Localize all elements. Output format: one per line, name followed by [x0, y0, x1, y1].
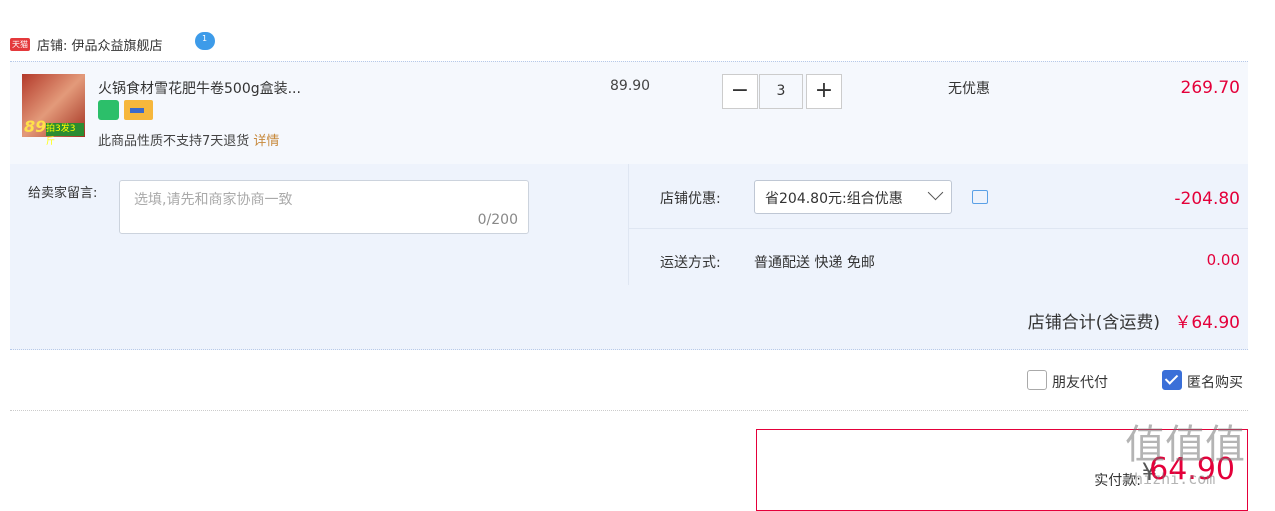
- friend-pay-checkbox[interactable]: [1027, 370, 1047, 390]
- shipping-method: 普通配送 快递 免邮: [754, 255, 875, 271]
- order-options-panel: 给卖家留言: 选填,请先和商家协商一致 0/200 店铺优惠: 省204.80元…: [10, 164, 1248, 285]
- message-icon[interactable]: [972, 190, 988, 204]
- item-discount: 无优惠: [948, 81, 990, 97]
- card-payment-icon[interactable]: [124, 100, 153, 120]
- cart-item-row: 89 拍3发3斤 火锅食材雪花肥牛卷500g盒装... 此商品性质不支持7天退货…: [10, 61, 1248, 164]
- friend-pay-label: 朋友代付: [1052, 375, 1108, 391]
- promo-label: 店铺优惠:: [660, 191, 721, 207]
- seller-message-input[interactable]: 选填,请先和商家协商一致 0/200: [119, 180, 529, 234]
- chevron-down-icon: [927, 184, 944, 201]
- shop-total-row: 店铺合计(含运费) ￥64.90: [10, 285, 1248, 350]
- divider: [628, 164, 629, 285]
- watermark-logo: 值值值: [1125, 422, 1245, 468]
- product-title[interactable]: 火锅食材雪花肥牛卷500g盒装...: [98, 78, 301, 98]
- quantity-input[interactable]: 3: [759, 74, 803, 109]
- message-placeholder: 选填,请先和商家协商一致: [134, 192, 293, 208]
- message-label: 给卖家留言:: [28, 186, 98, 201]
- divider: [10, 410, 1248, 412]
- divider: [629, 228, 1248, 229]
- promo-amount: -204.80: [1174, 189, 1240, 209]
- anonymous-option[interactable]: 匿名购买: [1162, 370, 1262, 392]
- chat-icon[interactable]: 1: [195, 32, 215, 50]
- shop-header: 天猫 店铺: 伊品众益旗舰店 1: [10, 30, 1248, 60]
- watermark-site: zhizhi.com: [1125, 470, 1216, 488]
- friend-pay-option[interactable]: 朋友代付: [1027, 370, 1127, 392]
- tmall-icon: 天猫: [10, 38, 30, 51]
- anonymous-checkbox[interactable]: [1162, 370, 1182, 390]
- decrement-button[interactable]: −: [722, 74, 758, 109]
- shop-total-value: ￥64.90: [1174, 313, 1240, 333]
- no-return-notice: 此商品性质不支持7天退货 详情: [98, 134, 280, 149]
- increment-button[interactable]: +: [806, 74, 842, 109]
- service-badge-icon[interactable]: [98, 100, 119, 120]
- item-subtotal: 269.70: [1180, 78, 1240, 98]
- shipping-cost: 0.00: [1206, 251, 1240, 269]
- unit-price: 89.90: [610, 78, 651, 94]
- message-char-count: 0/200: [477, 212, 518, 228]
- promo-select[interactable]: 省204.80元:组合优惠: [754, 180, 952, 214]
- shop-total-label: 店铺合计(含运费): [1027, 313, 1160, 333]
- shipping-label: 运送方式:: [660, 255, 721, 271]
- product-thumbnail[interactable]: 89 拍3发3斤: [22, 74, 85, 147]
- anonymous-label: 匿名购买: [1187, 375, 1243, 391]
- shop-name[interactable]: 店铺: 伊品众益旗舰店: [37, 35, 163, 54]
- details-link[interactable]: 详情: [253, 134, 279, 149]
